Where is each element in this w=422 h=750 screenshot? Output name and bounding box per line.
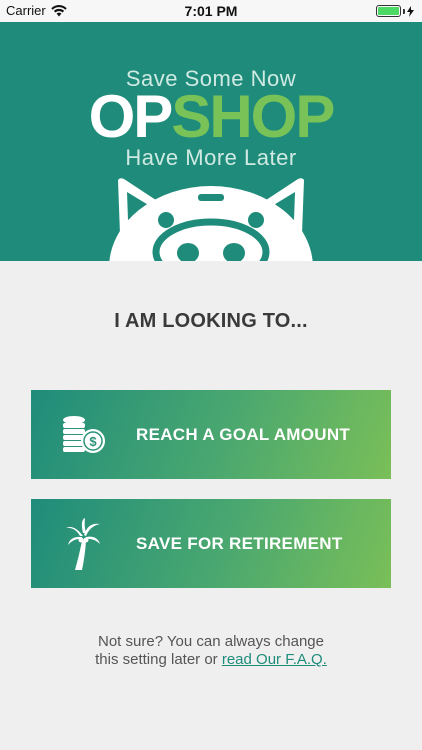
footer-note-line1: Not sure? You can always change <box>98 633 324 650</box>
battery-icon <box>376 5 414 17</box>
tagline-bottom: Have More Later <box>125 145 297 170</box>
status-time: 7:01 PM <box>184 3 238 19</box>
svg-text:$: $ <box>89 434 97 449</box>
page-prompt: I AM LOOKING TO... <box>114 310 308 332</box>
coins-icon: $ <box>62 415 105 453</box>
footer-note: Not sure? You can always change this set… <box>0 633 422 669</box>
option-icon-container <box>31 517 136 570</box>
footer-note-line2-text: this setting later or <box>95 651 218 668</box>
save-retirement-label: SAVE FOR RETIREMENT <box>136 533 343 553</box>
logo-shop: SHOP <box>171 83 335 150</box>
hero-banner: Save Some Now OPSHOP Have More Later <box>0 22 422 261</box>
battery-fill <box>378 7 399 15</box>
logo-op: OP <box>88 83 174 150</box>
charging-bolt-icon <box>407 5 414 17</box>
option-icon-container: $ <box>31 415 136 455</box>
reach-goal-label: REACH A GOAL AMOUNT <box>136 424 351 444</box>
status-bar: Carrier 7:01 PM <box>0 0 422 22</box>
save-retirement-button[interactable]: SAVE FOR RETIREMENT <box>31 499 391 588</box>
reach-goal-button[interactable]: $ REACH A GOAL AMOUNT <box>31 390 391 479</box>
faq-link[interactable]: read Our F.A.Q. <box>222 651 327 668</box>
app-logo: OPSHOP <box>0 85 422 149</box>
palm-tree-icon <box>65 517 100 570</box>
piggy-bank-icon <box>109 178 313 261</box>
footer-note-line2: this setting later or read Our F.A.Q. <box>0 651 422 669</box>
